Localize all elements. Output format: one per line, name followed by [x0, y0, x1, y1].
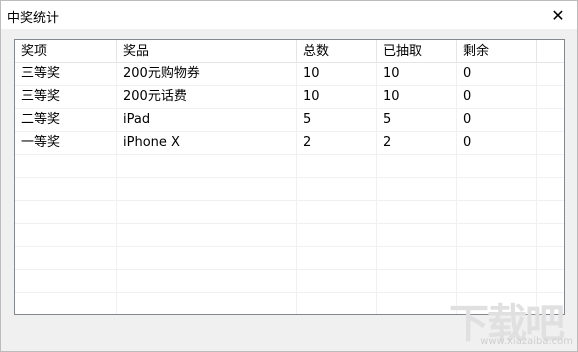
watermark-logo: 下载吧 www.xiazaiba.com [449, 291, 575, 349]
cell-prize-level: 三等奖 [21, 66, 61, 81]
cell-prize: 200元购物券 [123, 66, 200, 81]
grid-line [15, 246, 564, 247]
cell-remaining: 0 [463, 135, 472, 150]
column-header-prize[interactable]: 奖品 [117, 40, 297, 62]
column-header-filler [537, 40, 564, 62]
table-row[interactable]: 一等奖 iPhone X 2 2 0 [15, 132, 564, 154]
cell-drawn: 10 [383, 66, 400, 81]
table-row[interactable]: 二等奖 iPad 5 5 0 [15, 109, 564, 131]
window-title: 中奖统计 [7, 11, 60, 26]
cell-prize: 200元话费 [123, 89, 187, 104]
cell-total: 10 [303, 66, 320, 81]
grid-line [15, 177, 564, 178]
table-row[interactable]: 三等奖 200元购物券 10 10 0 [15, 63, 564, 85]
cell-remaining: 0 [463, 66, 472, 81]
cell-drawn: 10 [383, 89, 400, 104]
column-header-prize-level[interactable]: 奖项 [15, 40, 117, 62]
cell-prize-level: 三等奖 [21, 89, 61, 104]
grid-line [15, 154, 564, 155]
cell-prize-level: 二等奖 [21, 112, 61, 127]
cell-prize: iPad [123, 112, 151, 127]
cell-total: 2 [303, 135, 312, 150]
prize-list-view[interactable]: 奖项 奖品 总数 已抽取 剩余 三等奖 200元购物券 10 10 0 三等奖 … [14, 39, 565, 315]
cell-remaining: 0 [463, 112, 472, 127]
cell-prize-level: 一等奖 [21, 135, 61, 150]
grid-line [15, 269, 564, 270]
grid-line [15, 223, 564, 224]
table-row[interactable]: 三等奖 200元话费 10 10 0 [15, 86, 564, 108]
grid-line [15, 200, 564, 201]
cell-drawn: 2 [383, 135, 392, 150]
column-header-total[interactable]: 总数 [297, 40, 377, 62]
cell-remaining: 0 [463, 89, 472, 104]
cell-total: 10 [303, 89, 320, 104]
column-header-remaining[interactable]: 剩余 [457, 40, 537, 62]
cell-prize: iPhone X [123, 135, 180, 150]
column-header-drawn[interactable]: 已抽取 [377, 40, 457, 62]
dialog-window: 中奖统计 ✕ 奖项 奖品 总数 已抽取 剩余 三等奖 200元购物券 10 10… [0, 0, 578, 352]
close-icon[interactable]: ✕ [547, 5, 569, 25]
list-header: 奖项 奖品 总数 已抽取 剩余 [15, 40, 564, 63]
watermark-url: www.xiazaiba.com [480, 336, 573, 347]
cell-drawn: 5 [383, 112, 392, 127]
title-bar[interactable]: 中奖统计 ✕ [1, 1, 577, 29]
cell-total: 5 [303, 112, 312, 127]
